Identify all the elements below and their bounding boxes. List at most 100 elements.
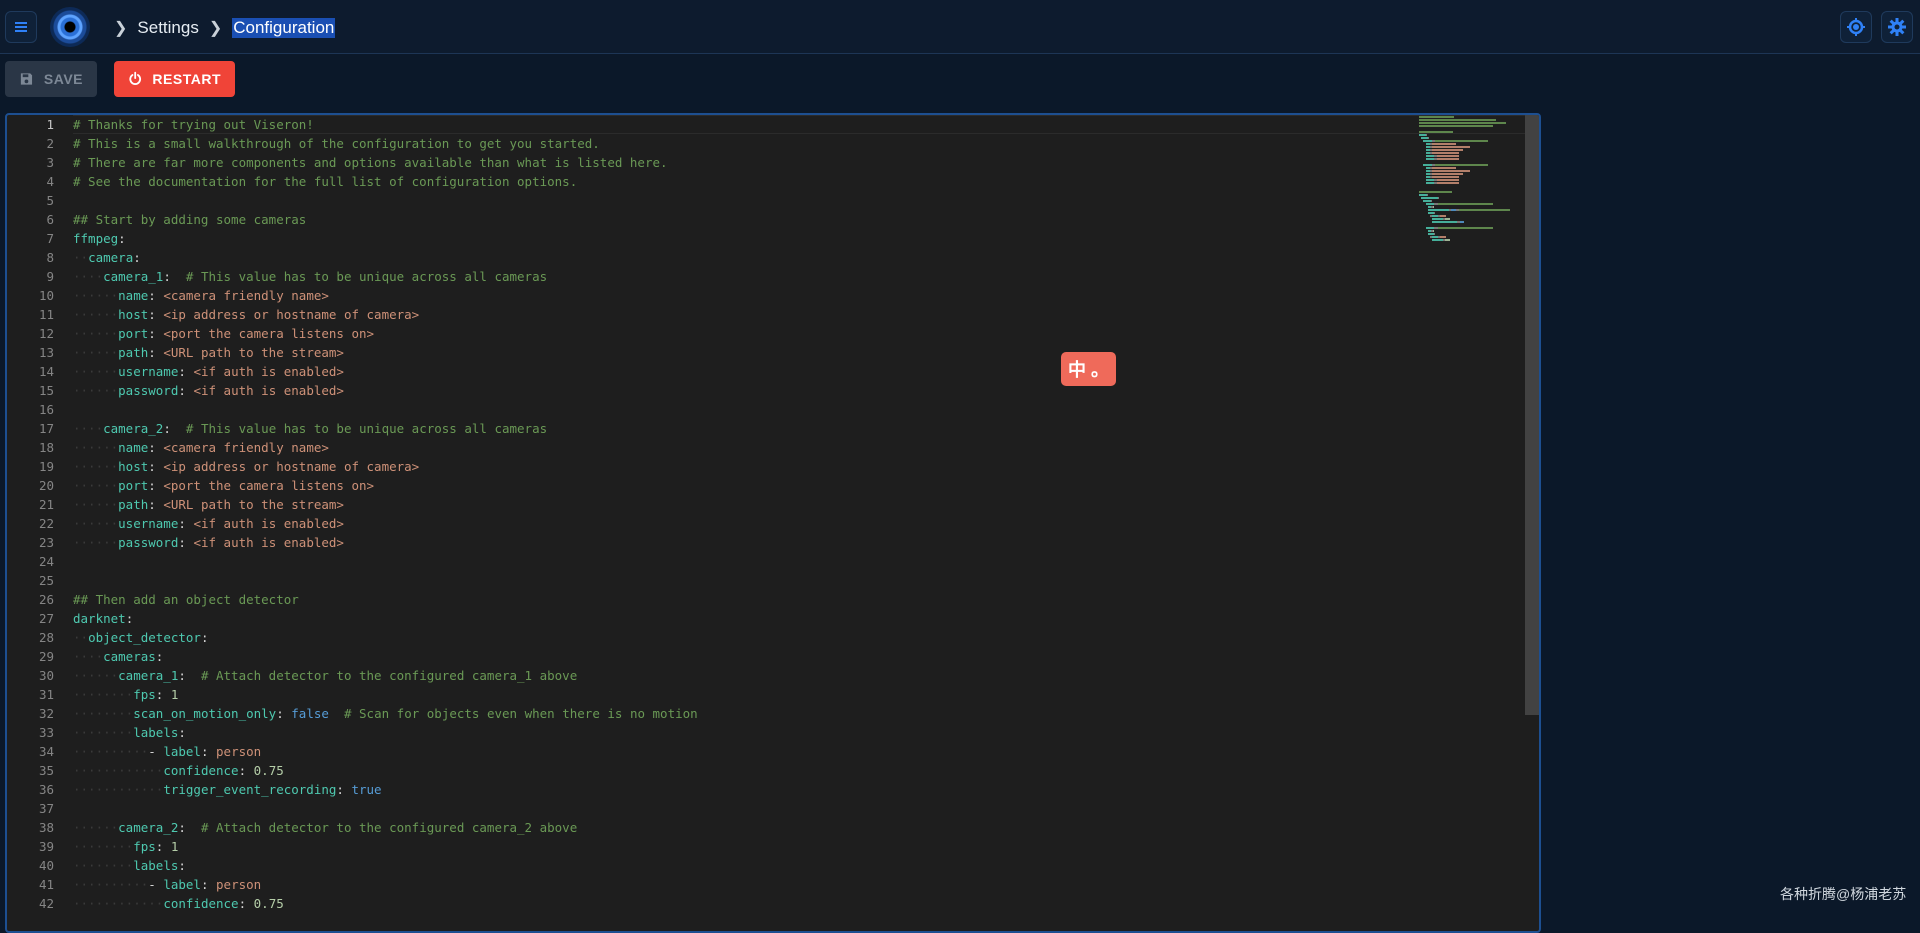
restart-button[interactable]: RESTART: [114, 61, 235, 97]
code-line[interactable]: ## Then add an object detector: [73, 590, 1419, 609]
code-token: :: [178, 668, 201, 683]
code-line[interactable]: ··········- label: person: [73, 875, 1419, 894]
code-token: username: [118, 364, 179, 379]
code-token: 1: [170, 687, 179, 702]
breadcrumb-settings[interactable]: Settings: [137, 18, 198, 38]
code-line[interactable]: ······port: <port the camera listens on>: [73, 324, 1419, 343]
code-line[interactable]: ······host: <ip address or hostname of c…: [73, 457, 1419, 476]
code-line[interactable]: [73, 552, 1419, 571]
code-line[interactable]: ········scan_on_motion_only: false # Sca…: [73, 704, 1419, 723]
scrollbar[interactable]: [1525, 115, 1539, 715]
code-token: ffmpeg: [73, 231, 119, 246]
code-token: :: [178, 516, 194, 531]
code-line[interactable]: # There are far more components and opti…: [73, 153, 1419, 172]
settings-button[interactable]: [1881, 11, 1913, 43]
code-line[interactable]: [73, 799, 1419, 818]
breadcrumb: ❯ Settings ❯ Configuration: [104, 16, 336, 40]
code-line[interactable]: ············confidence: 0.75: [73, 761, 1419, 780]
code-line[interactable]: [73, 191, 1419, 210]
code-token: ······: [73, 516, 119, 531]
code-line[interactable]: ········labels:: [73, 723, 1419, 742]
code-editor[interactable]: 1 2 3 4 5 6 7 8 9 10 11 12 13 14 15 16 17 18 19 20 21 22 23 24 2…: [5, 113, 1541, 933]
line-number: 33: [38, 725, 54, 740]
code-line[interactable]: ······username: <if auth is enabled>: [73, 514, 1419, 533]
code-token: ····: [73, 649, 104, 664]
code-token: ············: [73, 763, 164, 778]
code-token: camera_2: [118, 820, 179, 835]
line-number: 8: [46, 250, 54, 265]
code-line[interactable]: ## Start by adding some cameras: [73, 210, 1419, 229]
line-number: 38: [38, 820, 54, 835]
code-token: ······: [73, 440, 119, 455]
code-line[interactable]: ······path: <URL path to the stream>: [73, 495, 1419, 514]
code-line[interactable]: [73, 571, 1419, 590]
code-token: # This is a small walkthrough of the con…: [73, 136, 600, 151]
code-token: :: [178, 820, 201, 835]
code-line[interactable]: ··········- label: person: [73, 742, 1419, 761]
code-line[interactable]: # This is a small walkthrough of the con…: [73, 134, 1419, 153]
code-token: :: [178, 535, 194, 550]
line-number: 4: [46, 174, 54, 189]
code-line[interactable]: ······port: <port the camera listens on>: [73, 476, 1419, 495]
code-token: :: [163, 269, 186, 284]
code-token: :: [238, 896, 254, 911]
code-area[interactable]: # Thanks for trying out Viseron! # This i…: [73, 115, 1539, 931]
code-token: :: [178, 364, 194, 379]
minimap[interactable]: [1419, 115, 1524, 245]
code-line[interactable]: ··camera:: [73, 248, 1419, 267]
line-number: 3: [46, 155, 54, 170]
code-line[interactable]: # Thanks for trying out Viseron!: [73, 115, 1539, 134]
code-token: cameras: [103, 649, 156, 664]
code-token: ······: [73, 478, 119, 493]
line-number: 36: [38, 782, 54, 797]
code-line[interactable]: ········labels:: [73, 856, 1419, 875]
code-line[interactable]: ····camera_2: # This value has to be uni…: [73, 419, 1419, 438]
code-line[interactable]: ······username: <if auth is enabled>: [73, 362, 1419, 381]
code-line[interactable]: [73, 400, 1419, 419]
code-line[interactable]: ······path: <URL path to the stream>: [73, 343, 1419, 362]
code-token: :: [125, 611, 134, 626]
theme-button[interactable]: [1840, 11, 1872, 43]
line-number: 12: [38, 326, 54, 341]
code-line[interactable]: ffmpeg:: [73, 229, 1419, 248]
chevron-right-icon: ❯: [208, 20, 223, 37]
code-line[interactable]: ········fps: 1: [73, 837, 1419, 856]
code-line[interactable]: ······password: <if auth is enabled>: [73, 381, 1419, 400]
code-token: <camera friendly name>: [163, 288, 329, 303]
code-token: :: [155, 649, 164, 664]
code-line[interactable]: ····camera_1: # This value has to be uni…: [73, 267, 1419, 286]
code-line[interactable]: ········fps: 1: [73, 685, 1419, 704]
code-line[interactable]: darknet:: [73, 609, 1419, 628]
code-token: path: [118, 497, 149, 512]
code-token: ··········: [73, 744, 149, 759]
line-number: 25: [38, 573, 54, 588]
code-token: ········: [73, 706, 134, 721]
menu-button[interactable]: [5, 11, 37, 43]
code-line[interactable]: ············confidence: 0.75: [73, 894, 1419, 913]
save-button[interactable]: SAVE: [5, 61, 97, 97]
menu-icon: [15, 22, 27, 32]
code-token: :: [200, 630, 209, 645]
code-token: <URL path to the stream>: [163, 345, 344, 360]
code-line[interactable]: ······name: <camera friendly name>: [73, 286, 1419, 305]
line-number: 19: [38, 459, 54, 474]
code-token: camera_1: [103, 269, 164, 284]
code-line[interactable]: ······camera_2: # Attach detector to the…: [73, 818, 1419, 837]
code-line[interactable]: ······camera_1: # Attach detector to the…: [73, 666, 1419, 685]
code-line[interactable]: ··object_detector:: [73, 628, 1419, 647]
code-line[interactable]: ······host: <ip address or hostname of c…: [73, 305, 1419, 324]
code-line[interactable]: ············trigger_event_recording: tru…: [73, 780, 1419, 799]
code-token: ····: [73, 269, 104, 284]
code-line[interactable]: ······password: <if auth is enabled>: [73, 533, 1419, 552]
code-token: 0.75: [253, 896, 284, 911]
line-number: 30: [38, 668, 54, 683]
code-token: ············: [73, 782, 164, 797]
code-line[interactable]: ····cameras:: [73, 647, 1419, 666]
code-line[interactable]: ······name: <camera friendly name>: [73, 438, 1419, 457]
code-token: object_detector: [88, 630, 201, 645]
logo-icon[interactable]: [50, 7, 90, 47]
code-token: username: [118, 516, 179, 531]
code-line[interactable]: # See the documentation for the full lis…: [73, 172, 1419, 191]
code-token: <if auth is enabled>: [193, 535, 344, 550]
code-token: <ip address or hostname of camera>: [163, 307, 420, 322]
